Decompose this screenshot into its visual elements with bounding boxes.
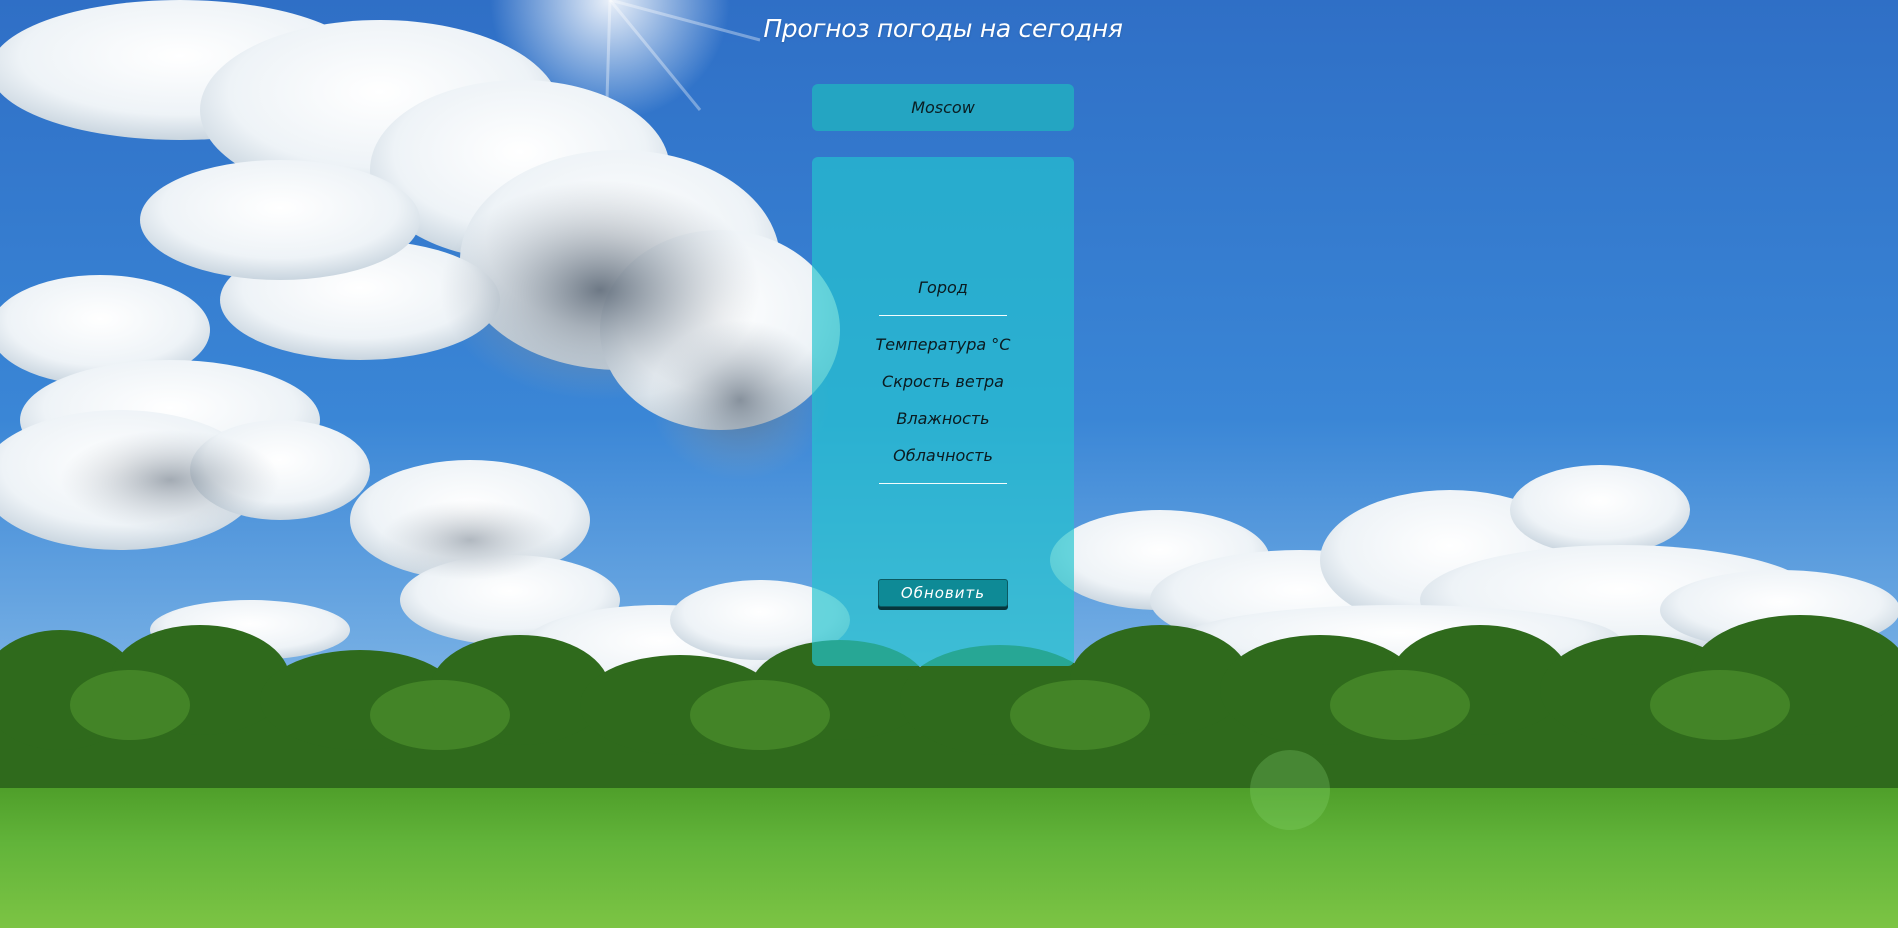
temperature-label: Температура °C: [875, 335, 1011, 354]
page-title: Прогноз погоды на сегодня: [763, 14, 1123, 43]
city-search-panel: [812, 84, 1074, 131]
divider-bottom: [879, 483, 1007, 484]
humidity-label: Влажность: [896, 409, 990, 428]
weather-panel: Город Температура °C Скрость ветра Влажн…: [812, 157, 1074, 666]
city-label: Город: [918, 278, 968, 297]
cloudiness-label: Облачность: [893, 446, 993, 465]
wind-speed-label: Скрость ветра: [882, 372, 1004, 391]
city-input[interactable]: [821, 97, 1065, 118]
refresh-button[interactable]: Обновить: [878, 579, 1008, 607]
divider-top: [879, 315, 1007, 316]
